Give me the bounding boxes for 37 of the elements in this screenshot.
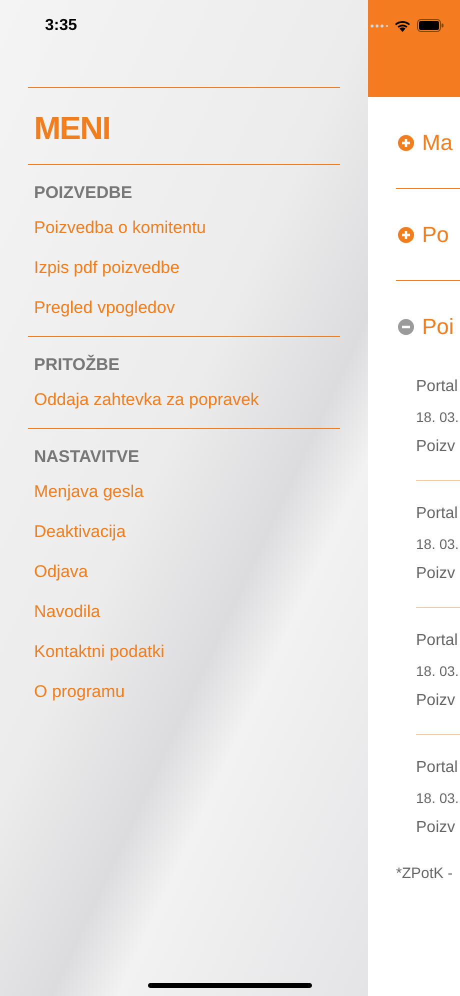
entry-title: Portal [416,505,459,523]
entry-date: 18. 03. [416,790,460,806]
section-title[interactable]: Ma [422,130,453,156]
menu-section-heading: PRITOŽBE [34,355,121,375]
menu-item[interactable]: Deaktivacija [34,522,126,542]
signal-dots-icon [370,24,388,28]
menu-item[interactable]: O programu [34,682,125,702]
menu-title: MENI [33,109,111,148]
entry-title: Portal [416,378,459,396]
section-title[interactable]: Poi [422,314,454,340]
menu-item[interactable]: Pregled vpogledov [34,298,175,318]
entry-description: Poizv [416,565,456,583]
menu-section-heading: POIZVEDBE [34,183,134,203]
menu-item[interactable]: Navodila [34,602,100,622]
wifi-icon [394,20,411,32]
minus-circle-icon[interactable] [398,319,414,335]
entry-date: 18. 03. [416,663,460,679]
menu-item[interactable]: Oddaja zahtevka za popravek [34,390,259,410]
entry-date: 18. 03. [416,409,460,425]
menu-item[interactable]: Kontaktni podatki [34,642,164,662]
section-title[interactable]: Po [422,222,449,248]
entry-description: Poizv [416,819,456,837]
entry-title: Portal [416,759,459,777]
entry-description: Poizv [416,692,456,710]
menu-item[interactable]: Menjava gesla [34,482,144,502]
plus-circle-icon[interactable] [398,135,414,151]
battery-icon [417,19,444,32]
menu-item[interactable]: Izpis pdf poizvedbe [34,258,180,278]
status-time: 3:35 [45,17,78,35]
entry-description: Poizv [416,438,456,456]
entry-date: 18. 03. [416,536,460,552]
entry-title: Portal [416,632,459,650]
menu-section-heading: NASTAVITVE [34,447,140,467]
menu-item[interactable]: Poizvedba o komitentu [34,218,206,238]
plus-circle-icon[interactable] [398,227,414,243]
menu-item[interactable]: Odjava [34,562,88,582]
footnote: *ZPotK - [396,864,454,882]
